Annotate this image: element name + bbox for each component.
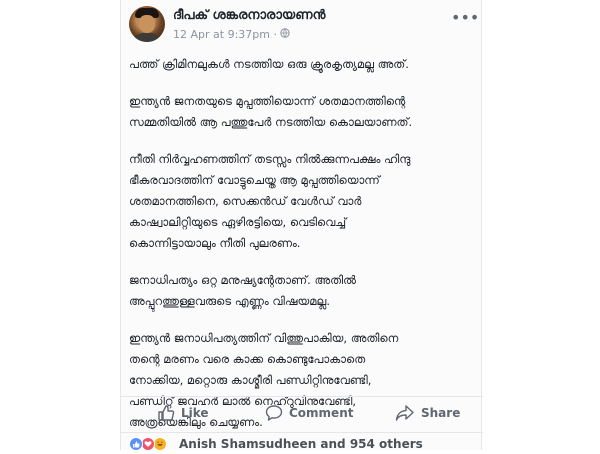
comment-icon <box>265 405 283 421</box>
like-icon <box>129 437 143 451</box>
post-paragraph: ജനാധിപത്യം ഒറ്റ മനുഷ്യന്റേതാണ്. അതിൽ അപ്… <box>129 273 356 308</box>
post-actions-bar: Like Comment Share <box>121 396 483 428</box>
post-meta: 12 Apr at 9:37pm · <box>173 28 291 41</box>
thumbs-up-icon <box>158 405 175 421</box>
like-button[interactable]: Like <box>157 401 209 425</box>
comment-label: Comment <box>289 406 354 420</box>
avatar-face <box>139 15 155 33</box>
reactions-summary[interactable]: Anish Shamsudheen and 954 others <box>121 432 483 451</box>
post-timestamp[interactable]: 12 Apr at 9:37pm <box>173 28 270 41</box>
avatar-shirt <box>132 33 162 42</box>
post-paragraph: ഇന്ത്യൻ ജനതയുടെ മുപ്പത്തിയൊന്ന് ശതമാനത്ത… <box>129 94 413 129</box>
reactions-summary-text[interactable]: Anish Shamsudheen and 954 others <box>179 437 423 451</box>
author-name[interactable]: ദീപക് ശങ്കരനാരായണൻ <box>173 8 325 23</box>
comment-button[interactable]: Comment <box>265 401 353 425</box>
share-icon <box>395 405 414 421</box>
author-avatar[interactable] <box>129 6 165 42</box>
like-label: Like <box>181 406 209 420</box>
post-card: ദീപക് ശങ്കരനാരായണൻ 12 Apr at 9:37pm · ••… <box>120 0 483 451</box>
post-paragraph: പത്ത് ക്രിമിനലുകൾ നടത്തിയ ഒരു ക്രൂരകൃത്യ… <box>129 57 409 71</box>
globe-icon <box>280 28 291 41</box>
post-body: പത്ത് ക്രിമിനലുകൾ നടത്തിയ ഒരു ക്രൂരകൃത്യ… <box>129 54 475 449</box>
love-icon <box>141 437 155 451</box>
post-paragraph: നീതി നിർവ്വഹണത്തിന് തടസ്സം നിൽക്കുന്നപക്… <box>129 152 411 250</box>
post-header: ദീപക് ശങ്കരനാരായണൻ 12 Apr at 9:37pm · ••… <box>129 6 479 46</box>
share-button[interactable]: Share <box>395 401 460 425</box>
share-label: Share <box>421 406 461 420</box>
meta-separator: · <box>273 28 277 41</box>
haha-icon <box>153 437 167 451</box>
more-options-button[interactable]: ••• <box>451 10 479 26</box>
